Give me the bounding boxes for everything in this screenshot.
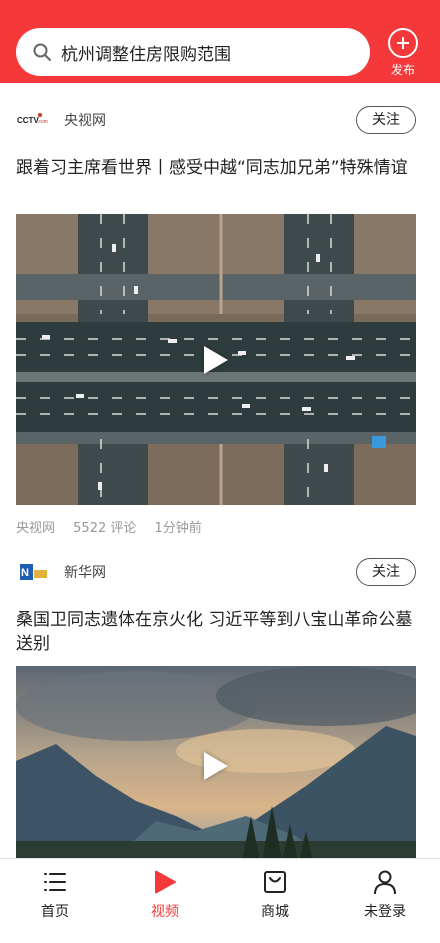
- article-title[interactable]: 桑国卫同志遗体在京火化 习近平等到八宝山革命公墓送别: [16, 608, 420, 656]
- play-icon[interactable]: [204, 345, 228, 374]
- meta-source: 央视网: [16, 521, 56, 536]
- source-name[interactable]: 央视网: [64, 110, 106, 130]
- nav-profile[interactable]: 未登录: [330, 859, 440, 943]
- cctv-logo: CCTV .com: [16, 109, 52, 131]
- source-name[interactable]: 新华网: [64, 562, 106, 582]
- xinhua-logo: N: [16, 561, 52, 583]
- search-bar[interactable]: 杭州调整住房限购范围: [16, 28, 370, 76]
- nav-label: 商城: [261, 904, 289, 920]
- meta-comments: 5522 评论: [73, 521, 137, 536]
- svg-text:.com: .com: [37, 119, 48, 125]
- user-icon: [374, 870, 396, 895]
- search-query: 杭州调整住房限购范围: [61, 44, 231, 65]
- list-icon: [44, 873, 66, 891]
- video-card[interactable]: CCTV .com 央视网 关注 跟着习主席看世界丨感受中越“同志加兄弟”特殊情…: [0, 83, 440, 553]
- bottom-nav: 首页 视频 商城 未登录: [0, 858, 440, 943]
- source-row: CCTV .com 央视网 关注: [16, 106, 416, 134]
- nav-home[interactable]: 首页: [0, 859, 110, 943]
- play-icon: [155, 870, 176, 894]
- nav-label: 首页: [41, 904, 69, 920]
- follow-button[interactable]: 关注: [356, 106, 416, 134]
- search-icon: [33, 43, 51, 61]
- publish-button[interactable]: 发布: [386, 28, 420, 78]
- play-icon[interactable]: [204, 752, 228, 780]
- nav-shop[interactable]: 商城: [220, 859, 330, 943]
- article-title[interactable]: 跟着习主席看世界丨感受中越“同志加兄弟”特殊情谊: [16, 156, 420, 180]
- svg-text:N: N: [21, 567, 29, 579]
- source-row: N 新华网 关注: [16, 558, 416, 586]
- video-thumbnail[interactable]: [16, 666, 416, 866]
- article-meta: 央视网 5522 评论 1分钟前: [16, 517, 216, 536]
- video-thumbnail[interactable]: [16, 214, 416, 505]
- video-card[interactable]: N 新华网 关注 桑国卫同志遗体在京火化 习近平等到八宝山革命公墓送别: [0, 553, 440, 873]
- meta-time: 1分钟前: [154, 521, 202, 536]
- nav-label: 未登录: [364, 904, 406, 920]
- publish-label: 发布: [390, 63, 415, 77]
- nav-label: 视频: [151, 904, 179, 920]
- shopping-bag-icon: [264, 871, 286, 893]
- follow-button[interactable]: 关注: [356, 558, 416, 586]
- nav-video[interactable]: 视频: [110, 859, 220, 943]
- plus-icon: [388, 28, 418, 58]
- top-header: 杭州调整住房限购范围 发布: [0, 0, 440, 83]
